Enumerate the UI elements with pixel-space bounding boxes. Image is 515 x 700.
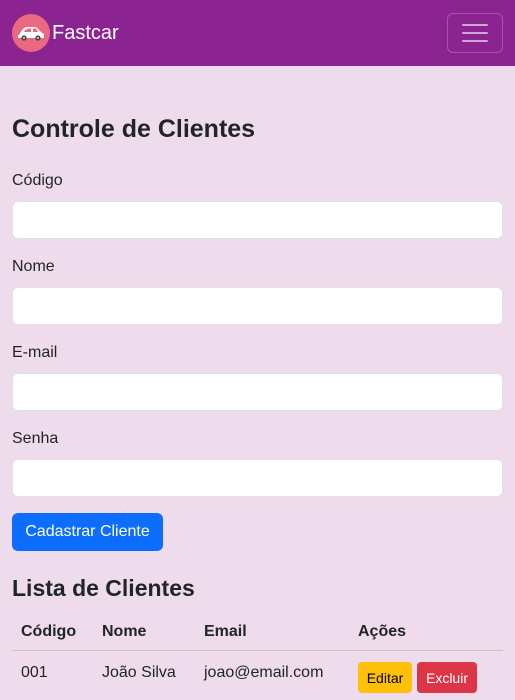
codigo-label: Código: [12, 172, 63, 189]
column-header-codigo: Código: [21, 623, 77, 640]
car-icon: [12, 14, 50, 52]
edit-button[interactable]: Editar: [358, 662, 412, 693]
column-header-nome: Nome: [102, 623, 147, 640]
email-label: E-mail: [12, 344, 58, 361]
senha-label: Senha: [12, 430, 59, 447]
delete-button[interactable]: Excluir: [417, 662, 477, 693]
column-header-email: Email: [204, 623, 247, 640]
brand-link[interactable]: Fastcar: [12, 14, 119, 52]
menu-toggle-button[interactable]: [447, 13, 503, 53]
email-input[interactable]: [12, 373, 503, 411]
list-title: Lista de Clientes: [12, 575, 195, 601]
navbar: Fastcar: [0, 0, 515, 66]
senha-input[interactable]: [12, 459, 503, 497]
hamburger-menu-icon: [462, 24, 488, 42]
cell-nome: João Silva: [102, 664, 176, 681]
nome-input[interactable]: [12, 287, 503, 325]
cadastrar-cliente-button[interactable]: Cadastrar Cliente: [12, 513, 163, 551]
table-header-divider: [12, 650, 503, 651]
nome-label: Nome: [12, 258, 55, 275]
codigo-input[interactable]: [12, 201, 503, 239]
form-title: Controle de Clientes: [12, 115, 256, 143]
brand-name: Fastcar: [52, 21, 119, 44]
cell-codigo: 001: [21, 664, 48, 681]
column-header-acoes: Ações: [358, 623, 407, 640]
cell-email: joao@email.com: [204, 664, 324, 681]
